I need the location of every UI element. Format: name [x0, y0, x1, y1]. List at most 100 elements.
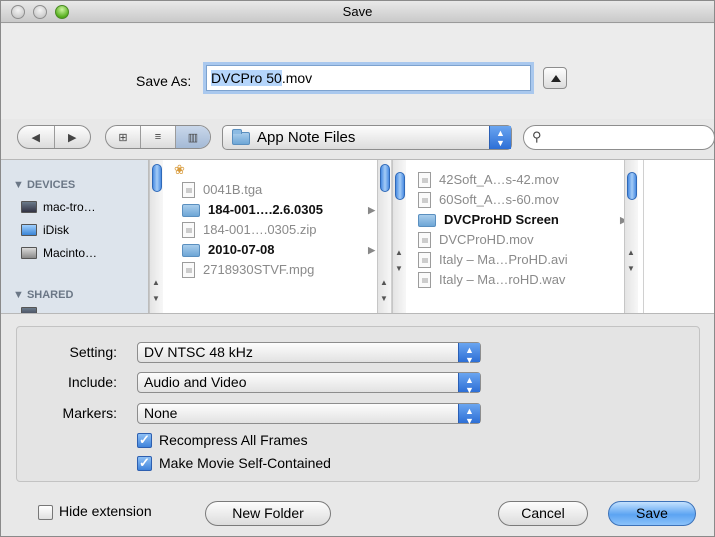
scroll-up-arrow-icon[interactable]: ▲ [380, 278, 388, 287]
view-mode-control: ⊞ ≡ ▥ [105, 125, 211, 149]
hide-extension-label: Hide extension [59, 503, 152, 519]
zoom-button[interactable] [55, 5, 69, 19]
disclosure-arrow-icon: ▶ [368, 245, 375, 255]
search-field[interactable]: ⚲ [523, 125, 715, 150]
devices-header-label: DEVICES [26, 179, 76, 191]
browser-column-3: ▲ ▼ [624, 160, 714, 313]
sidebar-item-macintosh[interactable]: Macinto… [21, 246, 97, 260]
title-bar: Save [1, 1, 714, 23]
folder-icon [232, 129, 250, 145]
scroll-down-arrow-icon[interactable]: ▼ [152, 294, 160, 303]
browser-column-1: ❀ 0041B.tga 184-001….2.6.0305 ▶ 184-001….03… [164, 160, 392, 313]
markers-popup[interactable]: None ▲ ▼ [137, 403, 481, 426]
include-popup[interactable]: Audio and Video ▲ ▼ [137, 372, 481, 395]
popup-arrows-icon: ▲ ▼ [458, 373, 480, 395]
scroll-thumb[interactable] [627, 172, 637, 200]
document-icon [418, 172, 431, 188]
folder-row[interactable]: 184-001….2.6.0305 ▶ [174, 200, 377, 220]
window-title: Save [342, 4, 373, 19]
item-name: 2010-07-08 [208, 242, 275, 257]
cancel-button[interactable]: Cancel [498, 501, 588, 526]
markers-label: Markers: [62, 405, 117, 421]
save-button[interactable]: Save [608, 501, 696, 526]
file-row[interactable]: Italy – Ma…ProHD.avi [410, 250, 629, 270]
folder-row[interactable]: 2010-07-08 ▶ [174, 240, 377, 260]
forward-button[interactable]: ▶ [55, 126, 91, 148]
scroll-down-arrow-icon[interactable]: ▼ [395, 264, 403, 273]
sidebar-item-label: mac-tro… [43, 200, 96, 214]
location-folder-name: App Note Files [257, 129, 356, 146]
minimize-button[interactable] [33, 5, 47, 19]
folder-icon [418, 213, 436, 227]
shared-header: ▼ SHARED [13, 289, 74, 301]
recompress-checkbox[interactable]: ✓ [137, 433, 152, 448]
scroll-down-arrow-icon[interactable]: ▼ [380, 294, 388, 303]
recompress-label: Recompress All Frames [159, 432, 308, 448]
file-row[interactable]: Italy – Ma…roHD.wav [410, 270, 629, 290]
search-icon: ⚲ [532, 129, 542, 144]
setting-popup[interactable]: DV NTSC 48 kHz ▲ ▼ [137, 342, 481, 365]
item-name: 60Soft_A…s-60.mov [439, 192, 559, 207]
icon-view-button[interactable]: ⊞ [106, 126, 141, 148]
sidebar-item-label: iDisk [43, 223, 69, 237]
scroll-thumb[interactable] [152, 164, 162, 192]
self-contained-checkbox[interactable]: ✓ [137, 456, 152, 471]
expand-collapse-button[interactable] [543, 67, 567, 89]
scroll-up-arrow-icon[interactable]: ▲ [627, 248, 635, 257]
markers-value: None [144, 405, 178, 421]
item-name: Italy – Ma…ProHD.avi [439, 252, 568, 267]
save-dialog: Save Save As: DVCPro 50.mov ◀ ▶ ⊞ ≡ ▥ Ap… [0, 0, 715, 537]
disclosure-arrow-icon: ▶ [368, 205, 375, 215]
folder-icon [182, 203, 200, 217]
folder-icon [182, 243, 200, 257]
new-folder-button[interactable]: New Folder [205, 501, 331, 526]
hide-extension-checkbox[interactable] [38, 505, 53, 520]
column-view-button[interactable]: ▥ [176, 126, 210, 148]
save-as-field[interactable]: DVCPro 50.mov [206, 65, 531, 91]
popup-arrows-icon: ▲ ▼ [458, 343, 480, 365]
column-2-left-scrollbar[interactable]: ▲ ▼ [392, 160, 406, 313]
close-button[interactable] [11, 5, 25, 19]
list-view-button[interactable]: ≡ [141, 126, 176, 148]
laptop-icon [21, 201, 37, 213]
devices-header: ▼ DEVICES [13, 179, 76, 191]
back-arrow-icon: ◀ [31, 131, 40, 144]
filename-selected-text: DVCPro 50 [211, 70, 282, 86]
hard-drive-icon [21, 247, 37, 259]
back-button[interactable]: ◀ [18, 126, 55, 148]
item-name: 42Soft_A…s-42.mov [439, 172, 559, 187]
column-3-scrollbar[interactable]: ▲ ▼ [624, 160, 638, 313]
network-icon [21, 307, 37, 313]
folder-row[interactable]: DVCProHD Screen▶ [410, 210, 629, 230]
scroll-thumb[interactable] [380, 164, 390, 192]
save-as-label: Save As: [136, 73, 192, 89]
file-row[interactable]: 42Soft_A…s-42.mov [410, 170, 629, 190]
sidebar-scrollbar[interactable]: ▲ ▼ [149, 160, 163, 313]
sidebar-item-mac[interactable]: mac-tro… [21, 200, 96, 214]
include-label: Include: [67, 374, 117, 390]
file-row[interactable]: 60Soft_A…s-60.mov [410, 190, 629, 210]
scroll-up-arrow-icon[interactable]: ▲ [152, 278, 160, 287]
sidebar-item-idisk[interactable]: iDisk [21, 223, 69, 237]
setting-label: Setting: [69, 344, 117, 360]
scroll-down-arrow-icon[interactable]: ▼ [627, 264, 635, 273]
item-name: Italy – Ma…roHD.wav [439, 272, 566, 287]
item-name: 2718930STVF.mpg [203, 262, 315, 277]
document-icon [418, 232, 431, 248]
location-popup[interactable]: App Note Files ▲ ▼ [222, 125, 512, 150]
file-row[interactable]: 0041B.tga [174, 180, 377, 200]
sidebar: ▼ DEVICES mac-tro… iDisk Macinto… ▼ SHAR… [1, 160, 149, 313]
document-icon [182, 222, 195, 238]
item-name: DVCProHD Screen [444, 212, 559, 227]
file-row[interactable]: 184-001….0305.zip [174, 220, 377, 240]
column-1-scrollbar[interactable]: ▲ ▼ [377, 160, 391, 313]
file-row[interactable]: 2718930STVF.mpg [174, 260, 377, 280]
file-row[interactable]: DVCProHD.mov [410, 230, 629, 250]
setting-value: DV NTSC 48 kHz [144, 344, 253, 360]
item-name: 184-001….0305.zip [203, 222, 317, 237]
sidebar-item-label: Macinto… [43, 246, 98, 260]
scroll-thumb[interactable] [395, 172, 405, 200]
item-name: DVCProHD.mov [439, 232, 534, 247]
scroll-up-arrow-icon[interactable]: ▲ [395, 248, 403, 257]
item-name: 0041B.tga [203, 182, 263, 197]
